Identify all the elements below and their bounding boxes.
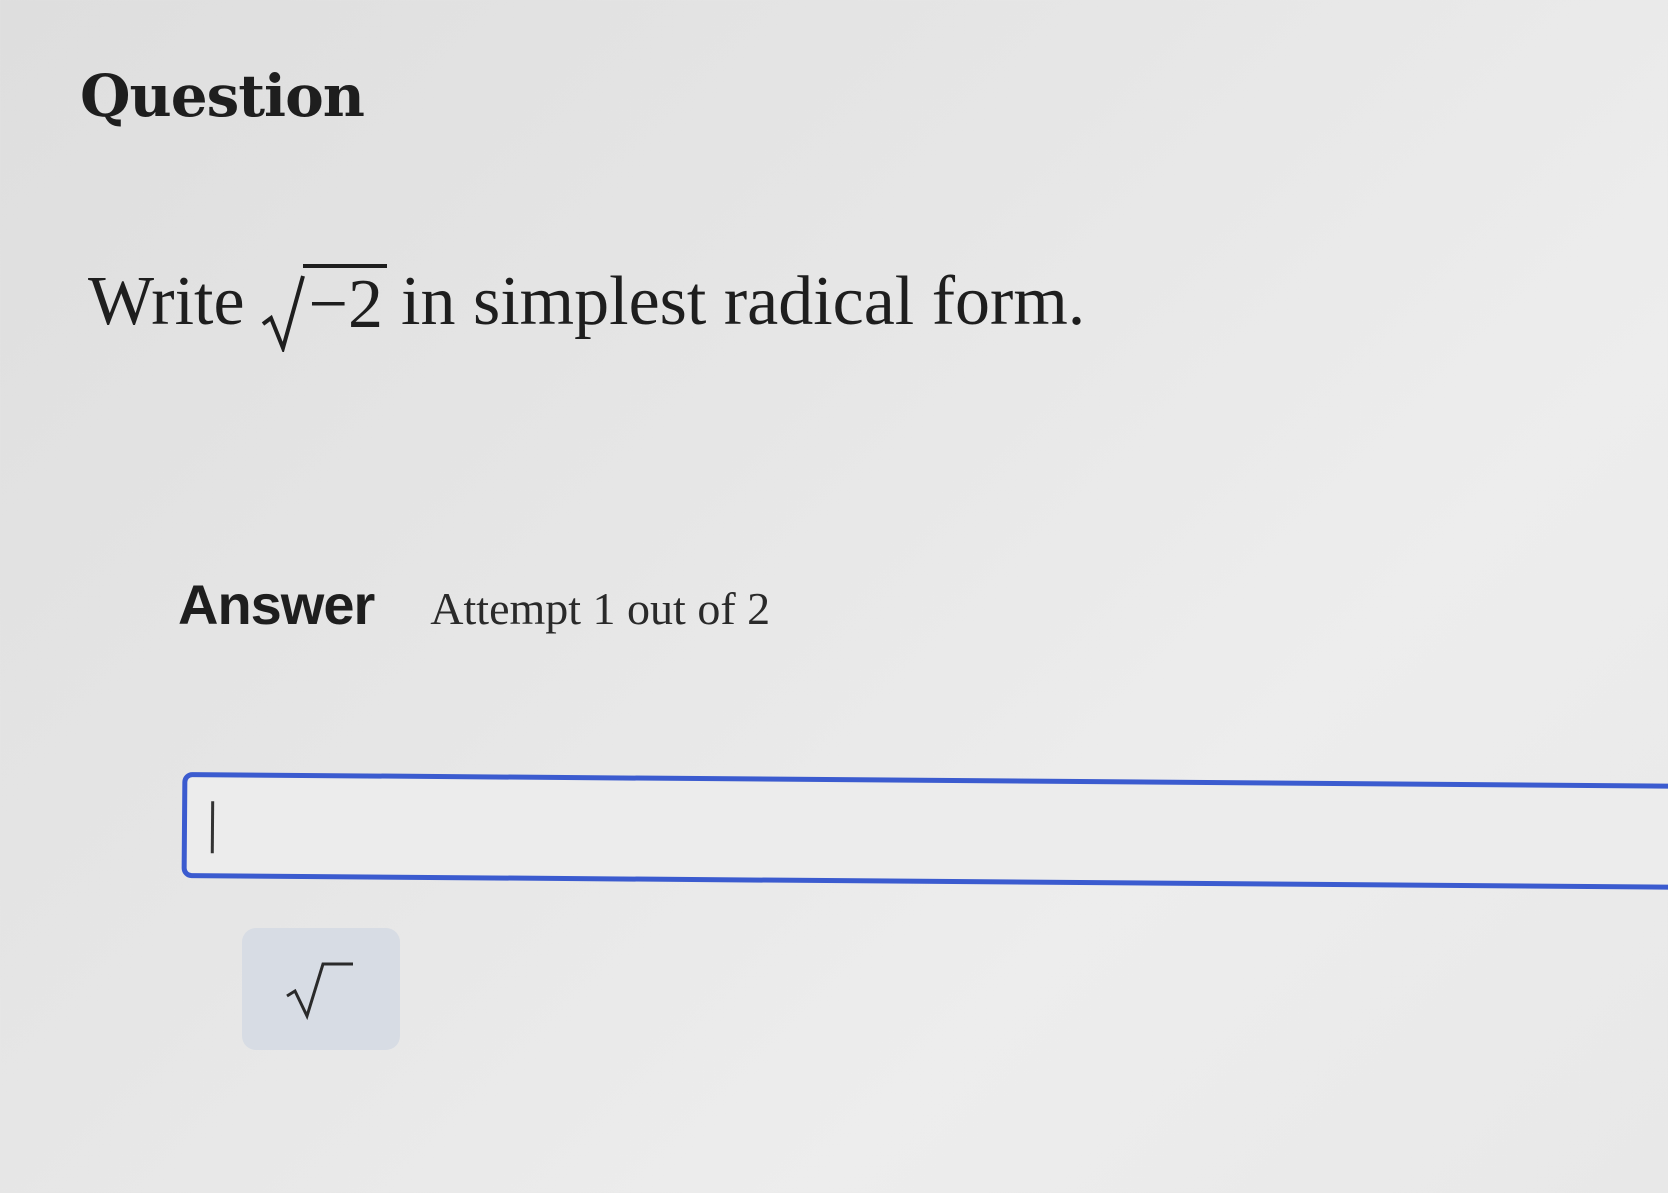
- square-root-button[interactable]: [242, 928, 400, 1050]
- prompt-prefix: Write: [88, 263, 245, 340]
- text-caret: [210, 801, 215, 854]
- attempt-counter: Attempt 1 out of 2: [430, 583, 771, 634]
- question-prompt: Write −2 in simplest radical form.: [88, 262, 1086, 352]
- radical-sign-icon: [261, 275, 305, 352]
- square-root-icon: [286, 962, 353, 1021]
- answer-label: Answer: [178, 573, 375, 636]
- radicand: −2: [302, 264, 388, 342]
- answer-header: Answer Attempt 1 out of 2: [178, 572, 770, 637]
- question-heading: Question: [80, 62, 365, 130]
- answer-input[interactable]: [181, 772, 1668, 890]
- radical-expression: −2: [261, 264, 388, 352]
- prompt-suffix: in simplest radical form.: [401, 263, 1086, 340]
